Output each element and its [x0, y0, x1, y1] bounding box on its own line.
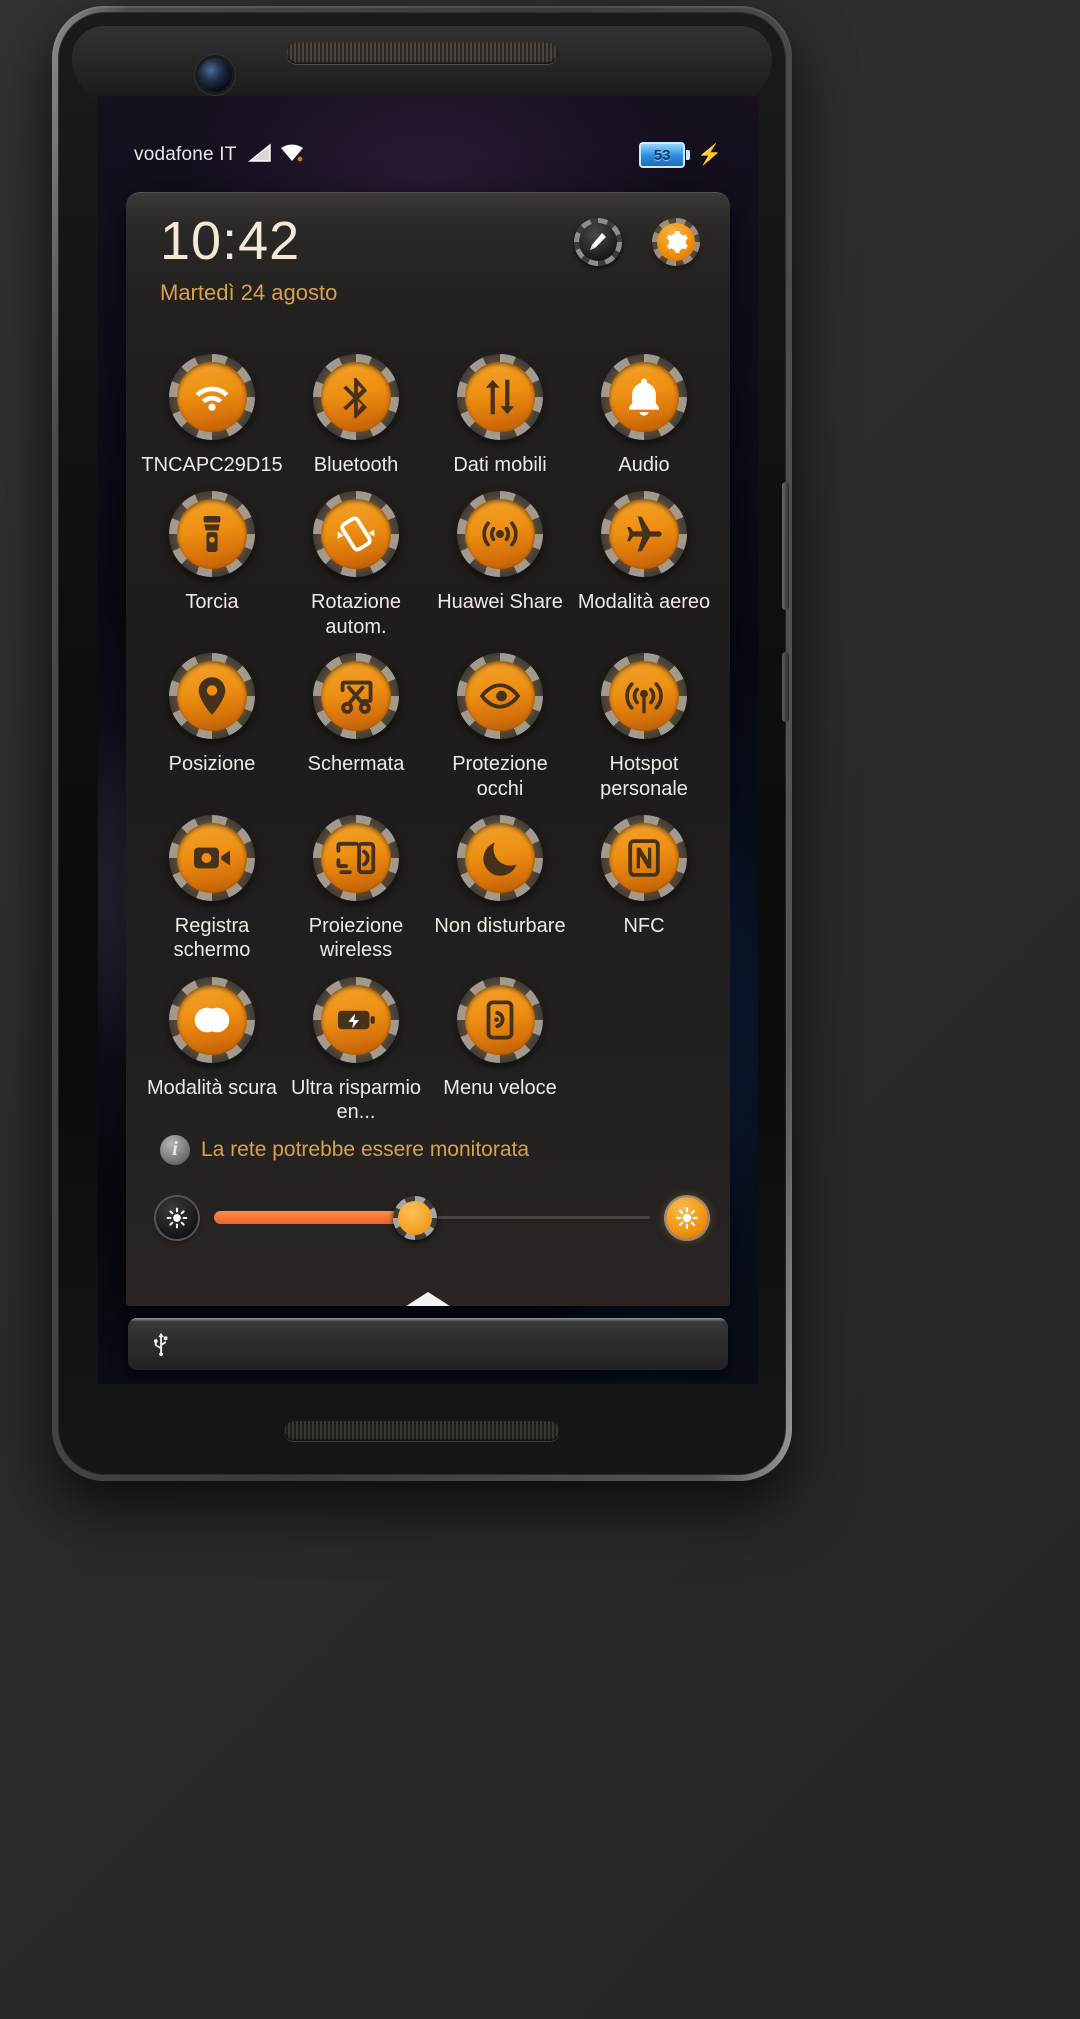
wifi-icon: [279, 143, 305, 168]
panel-header: 10:42 Martedì 24 agosto: [126, 192, 730, 332]
hotspot-icon: [621, 673, 667, 719]
tile-do-not-disturb[interactable]: Non disturbare: [428, 803, 572, 963]
tile-screen-recorder[interactable]: Registra schermo: [140, 803, 284, 963]
battery-level-label: 53: [653, 146, 671, 164]
nfc-icon: [621, 835, 667, 881]
carrier-label: vodafone IT: [134, 144, 237, 165]
power-button[interactable]: [782, 482, 789, 610]
tile-label: Hotspot personale: [600, 753, 688, 800]
settings-button[interactable]: [652, 218, 700, 266]
tile-label: Torcia: [185, 591, 239, 614]
tile-location[interactable]: Posizione: [140, 641, 284, 801]
battery-icon: 53: [639, 142, 691, 168]
tile-wifi[interactable]: TNCAPC29D15: [140, 342, 284, 477]
tile-label: NFC: [623, 914, 665, 937]
screen-record-camera-icon: [189, 835, 235, 881]
dark-mode-icon: [189, 997, 235, 1043]
chevron-up-handle-icon[interactable]: [405, 1292, 451, 1306]
tile-label: Ultra risparmio en...: [290, 1076, 422, 1124]
tile-label: Non disturbare: [434, 914, 566, 937]
charging-bolt-icon: ⚡: [697, 144, 722, 166]
tile-auto-rotate[interactable]: Rotazione autom.: [284, 479, 428, 639]
gear-icon: [657, 223, 695, 261]
tile-label: Menu veloce: [443, 1076, 557, 1099]
bottom-speaker-grille: [284, 1421, 560, 1441]
bell-icon: [621, 374, 667, 420]
front-camera: [198, 58, 232, 92]
status-bar: vodafone IT 53 ⚡: [98, 138, 758, 172]
edit-toggles-button[interactable]: [574, 218, 622, 266]
volume-button[interactable]: [782, 652, 789, 722]
tile-label: Audio: [618, 454, 670, 476]
quick-menu-icon: [477, 997, 523, 1043]
tile-label: Dati mobili: [453, 454, 547, 476]
moon-icon: [477, 835, 523, 881]
eye-icon: [477, 673, 523, 719]
network-warning[interactable]: i La rete potrebbe essere monitorata: [126, 1125, 730, 1165]
tile-nfc[interactable]: NFC: [572, 803, 716, 963]
location-pin-icon: [189, 673, 235, 719]
slider-thumb[interactable]: [392, 1195, 437, 1240]
tile-quick-menu[interactable]: Menu veloce: [428, 965, 572, 1125]
tile-label: Protezione occhi: [452, 753, 548, 800]
brightness-row: [126, 1165, 730, 1240]
phone-screen: vodafone IT 53 ⚡ 10:42 Martedì 24 agosto…: [98, 96, 758, 1384]
info-icon: i: [160, 1134, 190, 1165]
edit-pencil-icon: [579, 223, 617, 261]
desktop-background: vodafone IT 53 ⚡ 10:42 Martedì 24 agosto…: [0, 0, 1080, 2019]
quick-toggle-grid: TNCAPC29D15 Bluetooth Dati mobili Audio …: [126, 332, 730, 1125]
wifi-icon: [189, 374, 235, 420]
screenshot-scissors-icon: [333, 673, 379, 719]
brightness-slider[interactable]: [214, 1195, 650, 1240]
tile-label: Modalità scura: [146, 1076, 278, 1099]
bluetooth-icon: [333, 374, 379, 420]
tile-flashlight[interactable]: Torcia: [140, 479, 284, 639]
earpiece-grille: [286, 42, 558, 64]
tile-label: Registra schermo: [173, 914, 251, 962]
phone-device: vodafone IT 53 ⚡ 10:42 Martedì 24 agosto…: [52, 6, 792, 1481]
huawei-share-icon: [477, 511, 523, 557]
network-warning-text: La rete potrebbe essere monitorata: [201, 1137, 530, 1161]
tile-huawei-share[interactable]: Huawei Share: [428, 479, 572, 639]
cellular-signal-icon: [246, 143, 272, 168]
tile-label: Schermata: [307, 753, 405, 776]
wireless-projection-icon: [333, 835, 379, 881]
tile-hotspot[interactable]: Hotspot personale: [572, 641, 716, 801]
auto-rotate-icon: [333, 511, 379, 557]
bezel-gloss: [72, 26, 772, 106]
tile-label: Modalità aereo: [577, 591, 711, 614]
brightness-high-icon[interactable]: [666, 1196, 708, 1239]
tile-screenshot[interactable]: Schermata: [284, 641, 428, 801]
tile-label: Proiezione wireless: [308, 914, 404, 962]
brightness-low-icon[interactable]: [156, 1196, 198, 1239]
tile-label: Posizione: [168, 753, 256, 776]
airplane-icon: [621, 511, 667, 557]
battery-saver-icon: [333, 997, 379, 1043]
tile-label: Bluetooth: [313, 454, 399, 476]
quick-settings-panel: 10:42 Martedì 24 agosto TNCAPC29D15 Blue…: [126, 192, 730, 1306]
tile-airplane-mode[interactable]: Modalità aereo: [572, 479, 716, 639]
tile-audio[interactable]: Audio: [572, 342, 716, 477]
status-right-group: 53 ⚡: [639, 142, 722, 168]
tile-label: Rotazione autom.: [310, 591, 402, 638]
header-actions: [574, 218, 700, 266]
flashlight-icon: [189, 511, 235, 557]
tile-wireless-projection[interactable]: Proiezione wireless: [284, 803, 428, 963]
tile-label: TNCAPC29D15: [141, 454, 283, 476]
tile-ultra-power-saving[interactable]: Ultra risparmio en...: [284, 965, 428, 1125]
phone-bezel: vodafone IT 53 ⚡ 10:42 Martedì 24 agosto…: [58, 12, 789, 1475]
date-label: Martedì 24 agosto: [160, 280, 338, 305]
tile-label: Huawei Share: [437, 591, 563, 614]
tile-mobile-data[interactable]: Dati mobili: [428, 342, 572, 477]
notification-bar[interactable]: [128, 1318, 728, 1370]
mobile-data-icon: [477, 374, 523, 420]
tile-bluetooth[interactable]: Bluetooth: [284, 342, 428, 477]
tile-dark-mode[interactable]: Modalità scura: [140, 965, 284, 1125]
tile-eye-comfort[interactable]: Protezione occhi: [428, 641, 572, 801]
slider-fill: [214, 1211, 415, 1225]
usb-icon: [148, 1331, 174, 1357]
